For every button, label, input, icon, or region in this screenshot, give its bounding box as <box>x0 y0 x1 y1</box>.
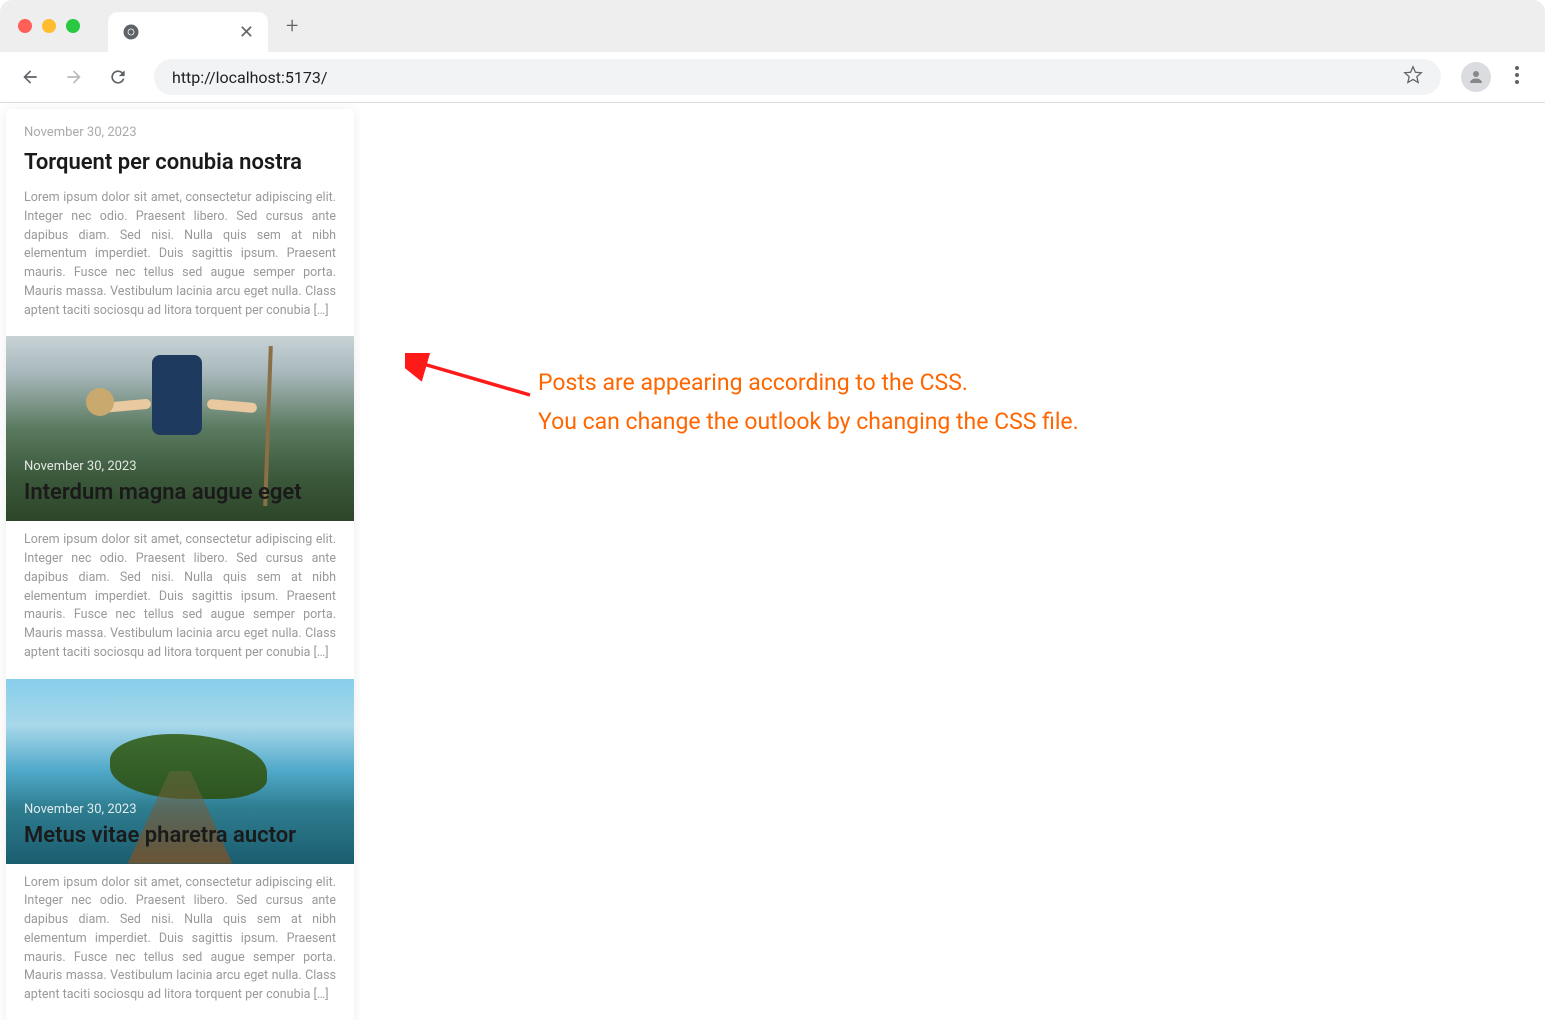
post-title: Torquent per conubia nostra <box>24 150 336 175</box>
close-tab-icon[interactable]: ✕ <box>239 22 254 43</box>
window-close-button[interactable] <box>18 19 32 33</box>
post-date: November 30, 2023 <box>24 125 336 140</box>
post-excerpt: Lorem ipsum dolor sit amet, consectetur … <box>24 874 336 1005</box>
annotation-line: You can change the outlook by changing t… <box>538 402 1079 441</box>
url-bar[interactable]: http://localhost:5173/ <box>154 59 1441 95</box>
dots-vertical-icon <box>1515 66 1519 84</box>
browser-tab[interactable]: ✕ <box>108 12 268 52</box>
annotation-line: Posts are appearing according to the CSS… <box>538 363 1079 402</box>
arrow-right-icon <box>64 67 84 87</box>
star-icon <box>1403 65 1423 85</box>
browser-menu-button[interactable] <box>1503 66 1531 88</box>
back-button[interactable] <box>14 61 46 93</box>
browser-toolbar: http://localhost:5173/ <box>0 52 1545 102</box>
forward-button[interactable] <box>58 61 90 93</box>
post-featured-image: November 30, 2023 Metus vitae pharetra a… <box>6 679 354 864</box>
arrow-left-icon <box>20 67 40 87</box>
window-maximize-button[interactable] <box>66 19 80 33</box>
annotation-text: Posts are appearing according to the CSS… <box>538 363 1079 441</box>
traffic-lights <box>18 19 80 33</box>
window-minimize-button[interactable] <box>42 19 56 33</box>
post-featured-image: November 30, 2023 Interdum magna augue e… <box>6 336 354 521</box>
person-icon <box>1467 68 1485 86</box>
url-text: http://localhost:5173/ <box>172 68 327 87</box>
post-title: Interdum magna augue eget <box>24 480 336 505</box>
posts-column: November 30, 2023 Torquent per conubia n… <box>0 103 360 1020</box>
post-excerpt: Lorem ipsum dolor sit amet, consectetur … <box>24 189 336 320</box>
page-content: November 30, 2023 Torquent per conubia n… <box>0 103 1545 1020</box>
post-title: Metus vitae pharetra auctor <box>24 823 336 848</box>
post-date: November 30, 2023 <box>24 802 336 817</box>
post-card[interactable]: November 30, 2023 Torquent per conubia n… <box>6 109 354 1020</box>
post-excerpt: Lorem ipsum dolor sit amet, consectetur … <box>24 531 336 662</box>
bookmark-button[interactable] <box>1403 65 1423 89</box>
tab-bar: ✕ + <box>0 0 1545 52</box>
arrow-icon <box>405 353 540 413</box>
chrome-icon <box>122 23 140 41</box>
reload-button[interactable] <box>102 61 134 93</box>
new-tab-button[interactable]: + <box>286 14 298 39</box>
browser-chrome: ✕ + http://localhost:5173/ <box>0 0 1545 103</box>
profile-avatar[interactable] <box>1461 62 1491 92</box>
post-date: November 30, 2023 <box>24 459 336 474</box>
reload-icon <box>108 67 128 87</box>
